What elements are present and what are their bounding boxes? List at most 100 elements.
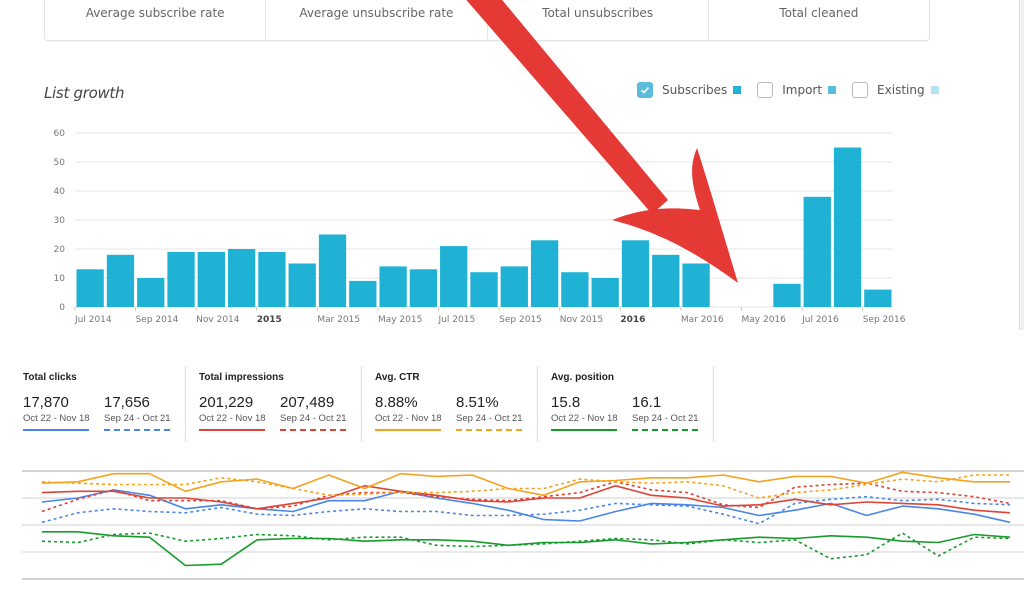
bar[interactable]: [379, 266, 407, 307]
x-tick-label: Jul 2014: [74, 315, 112, 325]
metric-title: Avg. position: [551, 372, 614, 383]
metric-previous: 207,489 Sep 24 - Oct 21: [280, 394, 347, 431]
x-tick-label: Mar 2015: [317, 315, 360, 325]
scrollbar[interactable]: [1019, 0, 1024, 330]
metric-avg-ctr[interactable]: Avg. CTR 8.88% Oct 22 - Nov 18 8.51% Sep…: [362, 366, 538, 442]
bar[interactable]: [106, 254, 135, 307]
metric-range: Oct 22 - Nov 18: [375, 413, 442, 424]
y-tick-label: 40: [54, 187, 66, 197]
x-tick-label: May 2015: [378, 315, 422, 325]
bar[interactable]: [470, 272, 498, 307]
stat-label: Average subscribe rate: [85, 6, 225, 20]
legend-toggle-existing[interactable]: Existing: [852, 82, 939, 98]
legend-swatch: [828, 86, 837, 94]
bar[interactable]: [864, 289, 892, 307]
bar[interactable]: [288, 263, 316, 308]
bar[interactable]: [258, 251, 286, 307]
checkbox-existing[interactable]: [852, 82, 869, 98]
checkbox-subscribes[interactable]: [637, 82, 653, 98]
x-tick-label: Nov 2015: [560, 315, 603, 325]
metric-current: 17,870 Oct 22 - Nov 18: [23, 394, 90, 431]
stat-average-unsubscribe-rate: Average unsubscribe rate: [266, 0, 488, 40]
x-tick-label: 2016: [620, 315, 645, 325]
metric-range: Sep 24 - Oct 21: [632, 413, 699, 424]
stat-label: Average unsubscribe rate: [299, 6, 454, 20]
metric-title: Total clicks: [23, 372, 77, 383]
metric-range: Oct 22 - Nov 18: [551, 413, 618, 424]
bar[interactable]: [227, 249, 256, 307]
metric-current: 15.8 Oct 22 - Nov 18: [551, 394, 618, 431]
y-tick-label: 10: [54, 274, 66, 284]
legend-toggle-subscribes[interactable]: Subscribes: [637, 82, 742, 98]
metric-value: 8.88%: [375, 394, 418, 411]
stat-total-unsubscribes: Total unsubscribes: [488, 0, 709, 40]
bar[interactable]: [803, 196, 831, 307]
checkmark-icon: [640, 86, 650, 94]
metric-range: Oct 22 - Nov 18: [23, 413, 90, 424]
chart-legend: Subscribes Import Existing: [637, 82, 955, 98]
x-tick-label: Jul 2016: [801, 315, 839, 325]
dashed-line-key: [632, 429, 698, 431]
solid-line-key: [551, 429, 617, 431]
y-tick-label: 20: [54, 245, 66, 255]
series-line: [41, 474, 1010, 499]
stat-average-subscribe-rate: Average subscribe rate: [45, 0, 267, 40]
x-tick-label: Sep 2016: [863, 315, 906, 325]
bar[interactable]: [530, 240, 559, 307]
list-growth-title: List growth: [44, 84, 125, 102]
bar[interactable]: [652, 254, 680, 307]
series-line: [41, 489, 1011, 524]
metric-total-impressions[interactable]: Total impressions 201,229 Oct 22 - Nov 1…: [186, 366, 362, 442]
y-tick-label: 60: [54, 129, 66, 139]
legend-swatch: [930, 86, 939, 94]
y-tick-label: 0: [59, 303, 65, 313]
stat-label: Total unsubscribes: [542, 6, 654, 20]
bar[interactable]: [318, 234, 347, 308]
x-tick-label: Sep 2014: [136, 315, 179, 325]
stats-summary-card: Average subscribe rate Average unsubscri…: [44, 0, 930, 41]
bar[interactable]: [349, 280, 377, 307]
performance-line-chart: [22, 470, 1024, 580]
bar[interactable]: [773, 283, 801, 307]
metric-value: 17,870: [23, 394, 69, 411]
metric-avg-position[interactable]: Avg. position 15.8 Oct 22 - Nov 18 16.1 …: [538, 366, 714, 442]
metric-current: 201,229 Oct 22 - Nov 18: [199, 394, 266, 431]
metric-value: 16.1: [632, 394, 662, 411]
bar[interactable]: [440, 246, 468, 307]
metric-value: 201,229: [199, 394, 254, 411]
solid-line-key: [375, 429, 441, 431]
bar[interactable]: [409, 269, 438, 307]
metric-range: Sep 24 - Oct 21: [456, 413, 523, 424]
bar[interactable]: [833, 147, 862, 308]
x-tick-label: May 2016: [742, 315, 787, 325]
bar[interactable]: [197, 251, 225, 307]
bar[interactable]: [167, 251, 195, 307]
bar[interactable]: [621, 240, 650, 307]
x-tick-label: Nov 2014: [196, 315, 240, 325]
metric-value: 207,489: [280, 394, 335, 411]
bar[interactable]: [500, 266, 528, 307]
metric-total-clicks[interactable]: Total clicks 17,870 Oct 22 - Nov 18 17,6…: [10, 366, 186, 442]
legend-label: Import: [782, 83, 823, 97]
list-growth-bar-chart: 0 10 20 30 40 50 60 Jul 2014 Sep 2014 Nov 2014 201…: [54, 129, 906, 325]
metrics-summary: Total clicks 17,870 Oct 22 - Nov 18 17,6…: [10, 366, 714, 442]
stat-total-cleaned: Total cleaned: [709, 0, 929, 40]
bar[interactable]: [76, 269, 104, 307]
dashed-line-key: [456, 429, 522, 431]
stat-label: Total cleaned: [779, 6, 859, 20]
bar[interactable]: [591, 278, 619, 307]
bar[interactable]: [561, 272, 589, 307]
x-tick-label: Sep 2015: [499, 315, 542, 325]
legend-toggle-import[interactable]: Import: [757, 82, 837, 98]
bar[interactable]: [682, 263, 710, 308]
metric-range: Sep 24 - Oct 21: [280, 413, 347, 424]
bar[interactable]: [137, 278, 165, 307]
x-tick-label: 2015: [257, 315, 282, 325]
y-tick-label: 50: [54, 158, 66, 168]
metric-value: 15.8: [551, 394, 581, 411]
dashed-line-key: [104, 429, 170, 431]
checkbox-import[interactable]: [757, 82, 774, 98]
metric-value: 17,656: [104, 394, 150, 411]
metric-previous: 17,656 Sep 24 - Oct 21: [104, 394, 171, 431]
x-tick-label: Jul 2015: [438, 315, 476, 325]
